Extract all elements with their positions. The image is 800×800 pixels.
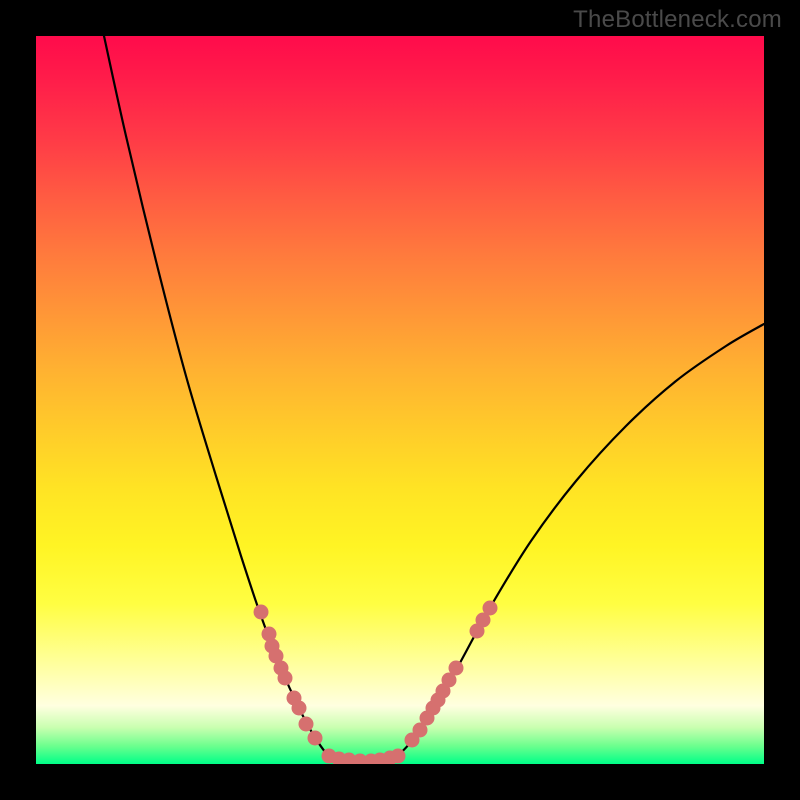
data-marker <box>308 731 323 746</box>
data-marker <box>254 605 269 620</box>
data-marker <box>449 661 464 676</box>
curve-left-branch <box>104 36 328 756</box>
data-marker <box>299 717 314 732</box>
plot-area <box>36 36 764 764</box>
data-marker <box>278 671 293 686</box>
chart-frame: TheBottleneck.com <box>0 0 800 800</box>
chart-svg <box>36 36 764 764</box>
watermark-text: TheBottleneck.com <box>573 6 782 34</box>
curve-right-branch <box>398 324 764 756</box>
data-marker <box>391 749 406 764</box>
data-marker <box>483 601 498 616</box>
data-markers-group <box>254 601 498 765</box>
data-marker <box>292 701 307 716</box>
